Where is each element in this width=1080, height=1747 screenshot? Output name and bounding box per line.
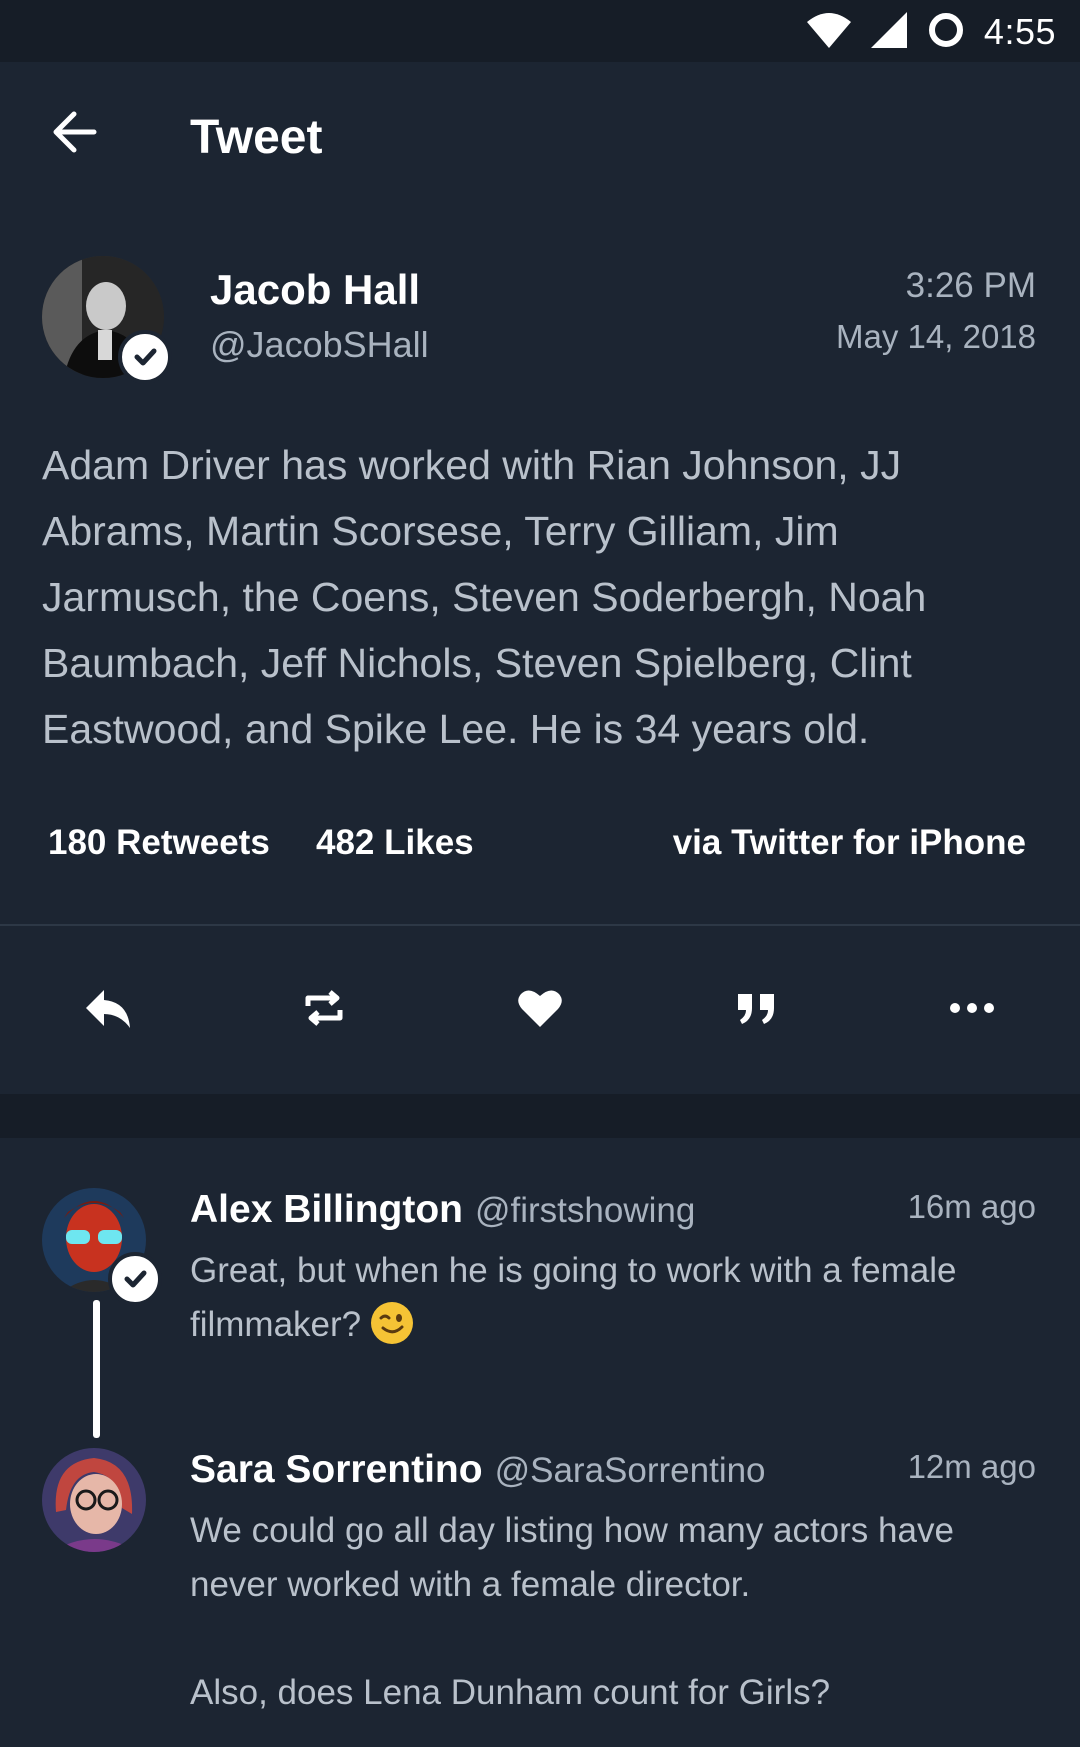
status-time: 4:55 <box>983 11 1056 52</box>
tweet-text: Adam Driver has worked with Rian Johnson… <box>42 442 927 752</box>
reply-author-name: Sara Sorrentino <box>190 1448 483 1491</box>
reply-item[interactable]: Sara Sorrentino @SaraSorrentino 12m ago W… <box>0 1448 1080 1712</box>
author-handle[interactable]: @JacobSHall <box>210 324 429 366</box>
tweet-author: Jacob Hall @JacobSHall 3:26 PM May 14, 2… <box>0 252 1080 384</box>
tweet-source: via Twitter for iPhone <box>672 823 1026 862</box>
section-divider <box>0 1094 1080 1138</box>
reply-text: We could go all day listing how many act… <box>190 1504 1050 1720</box>
page-title: Tweet <box>190 111 323 164</box>
quote-button[interactable] <box>724 980 788 1040</box>
reply-button[interactable] <box>76 980 140 1040</box>
status-bar: 4:55 <box>0 0 1080 62</box>
status-icons: 4:55 <box>806 8 1056 56</box>
reply-author-handle: @SaraSorrentino <box>494 1451 766 1490</box>
author-name[interactable]: Jacob Hall <box>210 266 420 314</box>
verified-badge-icon <box>118 330 172 384</box>
retweets-count[interactable]: 180 Retweets <box>48 823 270 863</box>
reply-text: Great, but when he is going to work with… <box>190 1244 1050 1352</box>
winking-face-emoji-icon <box>370 1302 413 1344</box>
like-button[interactable] <box>508 980 572 1040</box>
reply-author[interactable]: Sara Sorrentino @SaraSorrentino <box>190 1448 766 1492</box>
wifi-icon <box>806 10 852 55</box>
quote-icon <box>734 988 778 1033</box>
reply-text-paragraph: Also, does Lena Dunham count for Girls? <box>190 1673 831 1712</box>
reply-avatar[interactable] <box>42 1448 146 1552</box>
heart-icon <box>517 987 563 1034</box>
tweet-time: 3:26 PM <box>905 266 1036 305</box>
signal-icon <box>870 10 908 55</box>
thread-line <box>93 1300 100 1438</box>
sync-icon <box>926 10 966 55</box>
reply-author-name: Alex Billington <box>190 1188 463 1231</box>
more-icon <box>949 1001 995 1020</box>
tweet-date: May 14, 2018 <box>836 318 1036 355</box>
back-button[interactable] <box>44 104 104 164</box>
more-button[interactable] <box>940 980 1004 1040</box>
retweet-button[interactable] <box>292 980 356 1040</box>
divider <box>0 924 1080 926</box>
reply-item[interactable]: Alex Billington @firstshowing 16m ago Gre… <box>0 1188 1080 1348</box>
tweet-actions <box>0 960 1080 1060</box>
retweet-icon <box>300 984 348 1037</box>
verified-badge-icon <box>108 1252 162 1306</box>
reply-icon <box>82 986 134 1035</box>
arrow-left-icon <box>50 108 98 161</box>
reply-text-content: Great, but when he is going to work with… <box>190 1251 957 1344</box>
reply-author-handle: @firstshowing <box>475 1191 696 1230</box>
reply-author[interactable]: Alex Billington @firstshowing <box>190 1188 695 1232</box>
tweet-stats: 180 Retweets 482 Likes via Twitter for i… <box>0 815 1080 871</box>
reply-time: 16m ago <box>907 1188 1036 1225</box>
reply-text-paragraph: We could go all day listing how many act… <box>190 1511 954 1604</box>
reply-time: 12m ago <box>907 1448 1036 1485</box>
likes-count[interactable]: 482 Likes <box>316 823 474 863</box>
top-app-bar: Tweet <box>0 62 1080 212</box>
